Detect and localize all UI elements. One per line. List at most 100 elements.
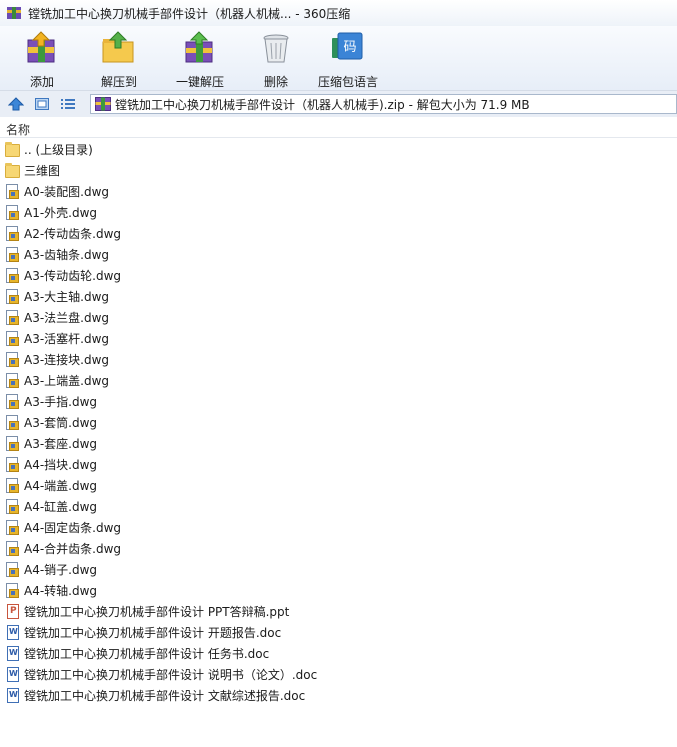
list-view-icon[interactable] xyxy=(58,94,78,114)
file-name: A4-缸盖.dwg xyxy=(24,500,98,514)
file-name: A3-大主轴.dwg xyxy=(24,290,110,304)
window-title: 镗铣加工中心换刀机械手部件设计（机器人机械... - 360压缩 xyxy=(28,6,351,21)
file-name: A4-挡块.dwg xyxy=(24,458,98,472)
list-item[interactable]: A3-活塞杆.dwg xyxy=(0,328,677,349)
file-name: A3-活塞杆.dwg xyxy=(24,332,110,346)
add-label: 添加 xyxy=(29,75,54,89)
column-header: 名称 xyxy=(0,118,677,138)
file-name: 镗铣加工中心换刀机械手部件设计 PPT答辩稿.ppt xyxy=(24,605,290,619)
list-item[interactable]: 镗铣加工中心换刀机械手部件设计 任务书.doc xyxy=(0,643,677,664)
file-name: A3-套座.dwg xyxy=(24,437,98,451)
list-item[interactable]: 镗铣加工中心换刀机械手部件设计 文献综述报告.doc xyxy=(0,685,677,706)
doc-file-icon xyxy=(5,666,21,683)
language-glyph: 码 xyxy=(343,40,356,55)
list-item[interactable]: A3-套座.dwg xyxy=(0,433,677,454)
list-item[interactable]: A3-法兰盘.dwg xyxy=(0,307,677,328)
file-name: 镗铣加工中心换刀机械手部件设计 文献综述报告.doc xyxy=(24,689,306,703)
extract-to-button[interactable]: 解压到 xyxy=(94,26,144,90)
list-item[interactable]: 三维图 xyxy=(0,160,677,181)
list-item[interactable]: 镗铣加工中心换刀机械手部件设计 开题报告.doc xyxy=(0,622,677,643)
list-item[interactable]: A3-套筒.dwg xyxy=(0,412,677,433)
thumbnail-view-icon[interactable] xyxy=(32,94,52,114)
dwg-file-icon xyxy=(5,288,21,305)
archive-language-icon: 码 xyxy=(330,30,366,66)
title-bar: 镗铣加工中心换刀机械手部件设计（机器人机械... - 360压缩 xyxy=(0,0,677,26)
doc-file-icon xyxy=(5,645,21,662)
list-item[interactable]: A4-转轴.dwg xyxy=(0,580,677,601)
zip-archive-icon xyxy=(95,97,111,111)
file-name: A4-固定齿条.dwg xyxy=(24,521,122,535)
list-item[interactable]: A4-端盖.dwg xyxy=(0,475,677,496)
file-list: .. (上级目录) 三维图 A0-装配图.dwg A1-外壳.dwg A2-传动齿条.d… xyxy=(0,139,677,706)
file-name: A3-法兰盘.dwg xyxy=(24,311,110,325)
archive-language-button[interactable]: 码 压缩包语言 xyxy=(316,26,380,90)
one-click-extract-icon xyxy=(182,30,218,66)
one-click-extract-label: 一键解压 xyxy=(175,75,224,89)
list-item[interactable]: A4-合并齿条.dwg xyxy=(0,538,677,559)
list-item[interactable]: A3-上端盖.dwg xyxy=(0,370,677,391)
delete-label: 删除 xyxy=(263,75,288,89)
add-button[interactable]: 添加 xyxy=(22,26,62,90)
dwg-file-icon xyxy=(5,246,21,263)
address-field[interactable]: 镗铣加工中心换刀机械手部件设计（机器人机械手).zip - 解包大小为 71.9… xyxy=(90,94,677,114)
folder-icon xyxy=(5,141,21,158)
file-name: A2-传动齿条.dwg xyxy=(24,227,122,241)
file-name: A4-合并齿条.dwg xyxy=(24,542,122,556)
delete-button[interactable]: 删除 xyxy=(256,26,296,90)
file-name: A4-端盖.dwg xyxy=(24,479,98,493)
toolbar: 添加 解压到 一键解压 删除 码 压缩包语言 xyxy=(0,26,677,90)
dwg-file-icon xyxy=(5,351,21,368)
column-header-name[interactable]: 名称 xyxy=(6,121,30,138)
dwg-file-icon xyxy=(5,393,21,410)
dwg-file-icon xyxy=(5,456,21,473)
file-name: A3-上端盖.dwg xyxy=(24,374,110,388)
dwg-file-icon xyxy=(5,519,21,536)
doc-file-icon xyxy=(5,624,21,641)
delete-trash-icon xyxy=(258,30,294,66)
address-bar: 镗铣加工中心换刀机械手部件设计（机器人机械手).zip - 解包大小为 71.9… xyxy=(0,90,677,117)
extract-to-label: 解压到 xyxy=(100,75,137,89)
dwg-file-icon xyxy=(5,204,21,221)
dwg-file-icon xyxy=(5,498,21,515)
list-item[interactable]: 镗铣加工中心换刀机械手部件设计 说明书（论文）.doc xyxy=(0,664,677,685)
dwg-file-icon xyxy=(5,267,21,284)
list-item[interactable]: A0-装配图.dwg xyxy=(0,181,677,202)
file-name: 三维图 xyxy=(24,164,61,178)
dwg-file-icon xyxy=(5,330,21,347)
file-name: A3-套筒.dwg xyxy=(24,416,98,430)
dwg-file-icon xyxy=(5,183,21,200)
list-item[interactable]: A3-传动齿轮.dwg xyxy=(0,265,677,286)
ppt-file-icon xyxy=(5,603,21,620)
list-item[interactable]: 镗铣加工中心换刀机械手部件设计 PPT答辩稿.ppt xyxy=(0,601,677,622)
list-item[interactable]: A3-连接块.dwg xyxy=(0,349,677,370)
list-item[interactable]: A3-手指.dwg xyxy=(0,391,677,412)
list-item[interactable]: A3-大主轴.dwg xyxy=(0,286,677,307)
file-name: A4-转轴.dwg xyxy=(24,584,98,598)
add-archive-icon xyxy=(24,30,60,66)
folder-icon xyxy=(5,162,21,179)
file-name: A0-装配图.dwg xyxy=(24,185,110,199)
dwg-file-icon xyxy=(5,561,21,578)
dwg-file-icon xyxy=(5,372,21,389)
dwg-file-icon xyxy=(5,582,21,599)
file-name: A4-销子.dwg xyxy=(24,563,98,577)
list-item[interactable]: A4-挡块.dwg xyxy=(0,454,677,475)
list-item[interactable]: A1-外壳.dwg xyxy=(0,202,677,223)
list-item[interactable]: A4-销子.dwg xyxy=(0,559,677,580)
file-name: 镗铣加工中心换刀机械手部件设计 任务书.doc xyxy=(24,647,270,661)
dwg-file-icon xyxy=(5,309,21,326)
list-item[interactable]: .. (上级目录) xyxy=(0,139,677,160)
up-arrow-icon[interactable] xyxy=(6,94,26,114)
archive-language-label: 压缩包语言 xyxy=(317,75,378,89)
file-name: A1-外壳.dwg xyxy=(24,206,98,220)
list-item[interactable]: A3-齿轴条.dwg xyxy=(0,244,677,265)
file-name: .. (上级目录) xyxy=(24,143,93,157)
file-name: A3-连接块.dwg xyxy=(24,353,110,367)
list-item[interactable]: A4-缸盖.dwg xyxy=(0,496,677,517)
dwg-file-icon xyxy=(5,225,21,242)
one-click-extract-button[interactable]: 一键解压 xyxy=(172,26,228,90)
list-item[interactable]: A2-传动齿条.dwg xyxy=(0,223,677,244)
dwg-file-icon xyxy=(5,540,21,557)
dwg-file-icon xyxy=(5,414,21,431)
list-item[interactable]: A4-固定齿条.dwg xyxy=(0,517,677,538)
